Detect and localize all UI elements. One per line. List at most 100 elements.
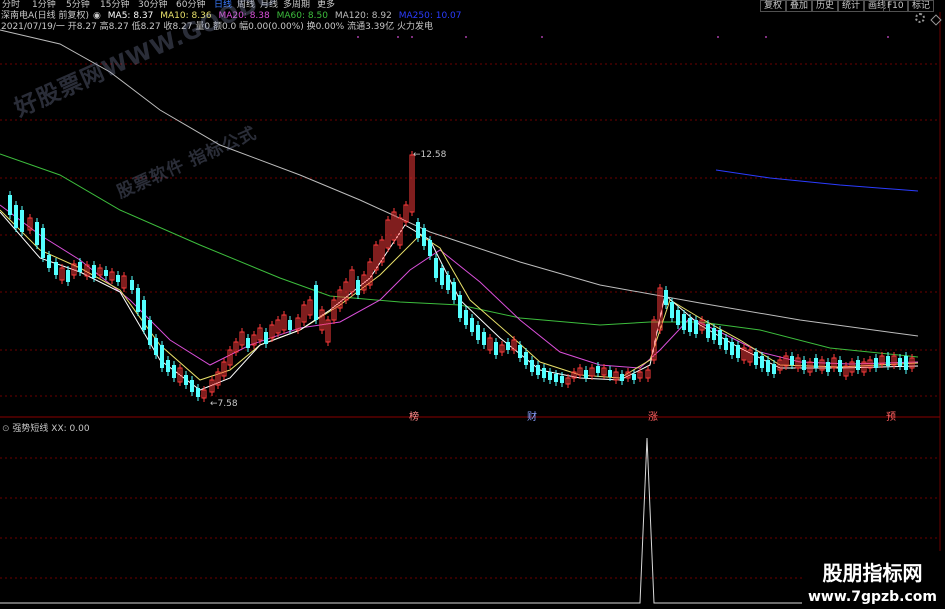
candle-body bbox=[724, 338, 728, 350]
candle-body bbox=[54, 262, 58, 275]
signal-marker-zhang[interactable]: 涨 bbox=[648, 408, 658, 423]
signal-marker-cai[interactable]: 财 bbox=[527, 408, 537, 423]
settings-icon[interactable]: ⊙ bbox=[2, 424, 10, 434]
candle-body bbox=[790, 356, 794, 365]
candle-body bbox=[754, 352, 758, 365]
candle-body bbox=[116, 275, 120, 282]
candle-body bbox=[434, 258, 438, 278]
candle-body bbox=[148, 320, 152, 345]
signal-marker-bang[interactable]: 榜 bbox=[409, 408, 419, 423]
candle-body bbox=[802, 360, 806, 370]
candle-body bbox=[712, 328, 716, 340]
candle-body bbox=[160, 345, 164, 368]
kline-chart[interactable] bbox=[0, 0, 945, 609]
candle-body bbox=[356, 280, 360, 295]
candle-body bbox=[554, 374, 558, 382]
candle-body bbox=[184, 375, 188, 385]
candle-body bbox=[530, 360, 534, 372]
candle-body bbox=[470, 318, 474, 332]
candle-body bbox=[8, 195, 12, 215]
candle-body bbox=[41, 228, 45, 258]
candle-body bbox=[476, 325, 480, 340]
low-price-label: ←7.58 bbox=[210, 399, 238, 409]
top-dot-marker bbox=[887, 36, 889, 38]
candle-body bbox=[548, 372, 552, 380]
candle-body bbox=[482, 332, 486, 345]
moving-average-lines bbox=[0, 29, 919, 391]
candle-body bbox=[664, 290, 668, 305]
candle-body bbox=[66, 270, 70, 282]
top-dot-marker bbox=[541, 36, 543, 38]
stock-name: 深南电A(日线 前复权) bbox=[1, 11, 90, 21]
candle-body bbox=[772, 364, 776, 374]
ma250-value: MA250: 10.07 bbox=[398, 11, 462, 21]
candle-body bbox=[154, 338, 158, 355]
candle-body bbox=[596, 366, 600, 373]
candle-body bbox=[92, 265, 96, 278]
candle-body bbox=[78, 262, 82, 272]
candle-body bbox=[246, 338, 250, 348]
candle-body bbox=[190, 380, 194, 392]
candle-body bbox=[264, 332, 268, 344]
price-annotations bbox=[357, 36, 889, 38]
candle-body bbox=[676, 310, 680, 325]
candle-body bbox=[35, 222, 39, 245]
candle-body bbox=[130, 280, 134, 290]
candle-body bbox=[314, 285, 318, 320]
candle-body bbox=[494, 342, 498, 355]
candle-body bbox=[416, 222, 420, 238]
candle-body bbox=[718, 330, 722, 345]
candle-body bbox=[766, 360, 770, 372]
candle-body bbox=[452, 282, 456, 300]
candle-body bbox=[458, 295, 462, 318]
candle-body bbox=[172, 365, 176, 378]
candle-body bbox=[706, 324, 710, 338]
arrow-left-icon: ← bbox=[210, 399, 218, 409]
top-dot-marker bbox=[717, 36, 719, 38]
top-dot-marker bbox=[465, 36, 467, 38]
candle-body bbox=[736, 345, 740, 358]
candle-body bbox=[730, 342, 734, 355]
candle-body bbox=[47, 255, 51, 268]
candle-body bbox=[814, 358, 818, 368]
arrow-left-icon: ← bbox=[413, 150, 421, 160]
candle-body bbox=[682, 314, 686, 330]
top-dot-marker bbox=[357, 36, 359, 38]
candle-body bbox=[524, 352, 528, 365]
candle-body bbox=[694, 320, 698, 334]
candle-body bbox=[826, 362, 830, 372]
candle-body bbox=[632, 374, 636, 380]
candle-body bbox=[536, 365, 540, 375]
signal-marker-yu[interactable]: 预 bbox=[886, 408, 896, 423]
ma60-value: MA60: 8.50 bbox=[276, 11, 328, 21]
candle-body bbox=[898, 358, 902, 366]
candle-body bbox=[874, 358, 878, 368]
high-price-label: ←12.58 bbox=[413, 150, 447, 160]
candle-body bbox=[422, 228, 426, 246]
candle-body bbox=[670, 302, 674, 318]
site-logo: 股朋指标网 www.7gpzb.com bbox=[802, 551, 943, 607]
candle-body bbox=[104, 270, 108, 276]
candle-body bbox=[886, 356, 890, 366]
gear-icon[interactable] bbox=[915, 13, 925, 23]
site-logo-name: 股朋指标网 bbox=[822, 561, 923, 585]
candle-body bbox=[856, 360, 860, 370]
top-dot-marker bbox=[765, 36, 767, 38]
candle-body bbox=[428, 240, 432, 256]
indicator-label: 强势短线 XX: 0.00 bbox=[12, 424, 90, 434]
candle-body bbox=[506, 342, 510, 350]
indicator-title: ⊙ 强势短线 XX: 0.00 bbox=[2, 421, 90, 434]
candle-body bbox=[560, 376, 564, 383]
ma5-value: MA5: 8.37 bbox=[107, 11, 154, 21]
candle-body bbox=[760, 356, 764, 368]
info-circle-icon: ◉ bbox=[93, 11, 101, 21]
candle-body bbox=[440, 268, 444, 285]
candle-body bbox=[196, 388, 200, 397]
candle-body bbox=[838, 360, 842, 372]
candle-body bbox=[608, 370, 612, 377]
candle-body bbox=[464, 310, 468, 325]
ma120-value: MA120: 8.92 bbox=[334, 11, 392, 21]
candle-body bbox=[142, 300, 146, 330]
candle-body bbox=[136, 288, 140, 312]
candle-body bbox=[288, 320, 292, 330]
